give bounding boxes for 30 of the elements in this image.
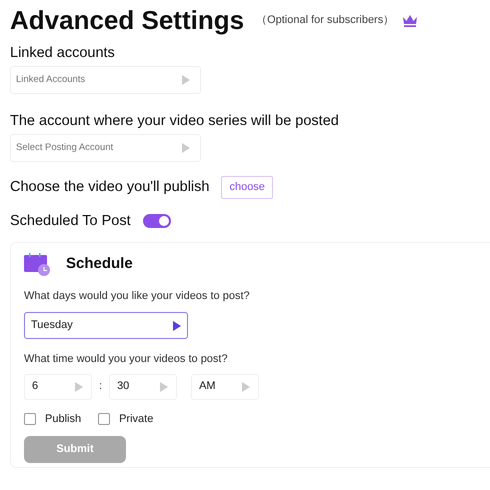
field-label: Choose the video you'll publish xyxy=(10,178,210,196)
question-text: What time would you your videos to post? xyxy=(24,352,229,367)
calendar-icon xyxy=(24,252,50,276)
caret-icon xyxy=(182,75,190,85)
field-label: Scheduled To Post xyxy=(10,212,131,230)
hour-select[interactable]: 6 xyxy=(24,374,92,400)
choose-button[interactable]: choose xyxy=(221,176,273,198)
caret-icon xyxy=(173,320,181,330)
page-title: Advanced Settings xyxy=(10,4,244,36)
caret-icon xyxy=(75,382,83,392)
select-field[interactable]: Select Posting Account xyxy=(10,134,201,162)
select-field[interactable]: Linked Accounts xyxy=(10,66,201,94)
card-title: Schedule xyxy=(66,254,133,274)
checkbox[interactable] xyxy=(24,412,36,425)
crown-icon xyxy=(402,14,418,26)
checkbox-label: Private xyxy=(119,412,154,426)
question-text: What days would you like your videos to post? xyxy=(24,288,251,304)
period-select[interactable]: AM xyxy=(191,374,260,400)
checkbox-label: Publish xyxy=(45,412,82,426)
time-separator: : xyxy=(99,379,102,394)
checkbox[interactable] xyxy=(98,412,110,425)
day-select[interactable]: Tuesday xyxy=(24,312,188,339)
field-label: Linked accounts xyxy=(10,44,116,62)
minute-select[interactable]: 30 xyxy=(109,374,178,400)
caret-icon xyxy=(242,382,250,392)
caret-icon xyxy=(160,382,168,392)
caret-icon xyxy=(182,143,190,153)
field-label: The account where your video series will be posted xyxy=(10,112,340,130)
toggle-switch[interactable] xyxy=(142,214,171,228)
subtitle: （Optional for subscribers） xyxy=(256,12,394,28)
